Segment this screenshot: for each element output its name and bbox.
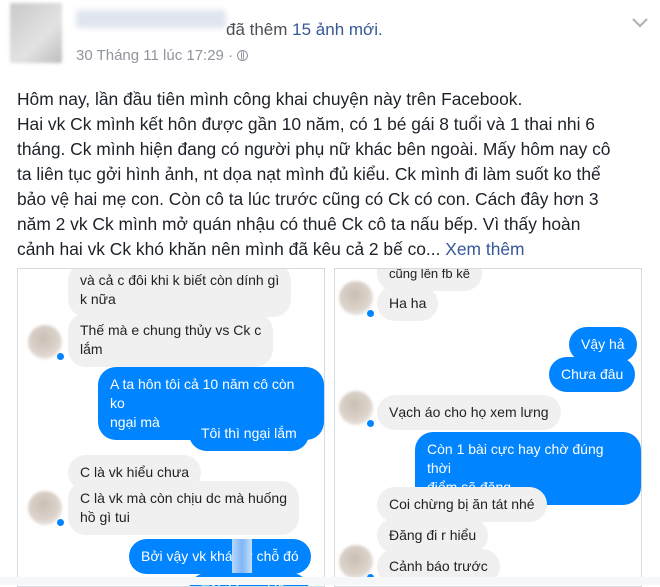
- added-text: đã thêm: [226, 20, 288, 39]
- post-line: Hai vk Ck mình kết hôn được gần 10 năm, …: [17, 114, 595, 134]
- post-header: đã thêm 15 ảnh mới. 30 Tháng 11 lúc 17:2…: [0, 0, 660, 80]
- online-dot-icon: [367, 310, 374, 317]
- online-dot-icon: [57, 519, 64, 526]
- chat-message: Ha ha: [377, 286, 439, 321]
- chat-message: C là vk mà còn chịu dc mà huống hồ gì tu…: [68, 481, 299, 535]
- chat-message: Chưa đâu: [549, 357, 636, 392]
- post-line: Hôm nay, lần đầu tiên mình công khai chu…: [17, 89, 523, 109]
- post-action-line: đã thêm 15 ảnh mới.: [226, 20, 383, 40]
- chevron-down-icon[interactable]: [630, 16, 650, 30]
- chat-message: Đăng đi r hiểu: [377, 518, 489, 553]
- chat-message: Coi chừng bị ăn tát nhé: [377, 487, 547, 522]
- post-line-last: cảnh hai vk Ck khó khăn nên mình đã kêu …: [17, 237, 657, 262]
- chat-screenshot-right[interactable]: cũng lên fb kê Ha ha Vậy hả Chưa đâu Vạc…: [334, 268, 642, 587]
- post-line: ta liên tục gởi hình ảnh, nt dọa nạt mìn…: [17, 164, 601, 184]
- blurred-author-name[interactable]: [76, 10, 226, 28]
- photos-count-link[interactable]: 15 ảnh mới.: [292, 20, 383, 39]
- pixelated-censor: [232, 539, 252, 574]
- see-more-link[interactable]: Xem thêm: [445, 239, 524, 259]
- timestamp-text: 30 Tháng 11 lúc 17:29 ·: [76, 47, 234, 64]
- online-dot-icon: [57, 353, 64, 360]
- post-truncated-text: cảnh hai vk Ck khó khăn nên mình đã kêu …: [17, 239, 441, 259]
- chat-message: Thế mà e chung thủy vs Ck c lắm: [68, 313, 274, 367]
- avatar[interactable]: [10, 3, 62, 63]
- chat-message: Vạch áo cho họ xem lưng: [377, 395, 561, 430]
- bottom-divider: [0, 577, 660, 585]
- post-line: tháng. Ck mình hiện đang có người phụ nữ…: [17, 139, 611, 159]
- post-line: năm 2 vk Ck mình mở quán nhậu có thuê Ck…: [17, 214, 581, 234]
- chat-screenshot-left[interactable]: và cả c đôi khi k biết còn dính gì k nữa…: [17, 268, 325, 587]
- post-timestamp[interactable]: 30 Tháng 11 lúc 17:29 ·: [76, 47, 249, 64]
- online-dot-icon: [367, 420, 374, 427]
- chat-message: Tôi thì ngại lắm: [189, 416, 309, 451]
- chat-message: và cả c đôi khi k biết còn dính gì k nữa: [68, 269, 292, 317]
- chat-message: Bởi vậy vk khác ở chỗ đó: [129, 539, 311, 574]
- post-line: bảo vệ hai mẹ con. Còn cô ta lúc trước c…: [17, 189, 599, 209]
- post-body: Hôm nay, lần đầu tiên mình công khai chu…: [17, 87, 657, 262]
- globe-icon: [237, 50, 249, 61]
